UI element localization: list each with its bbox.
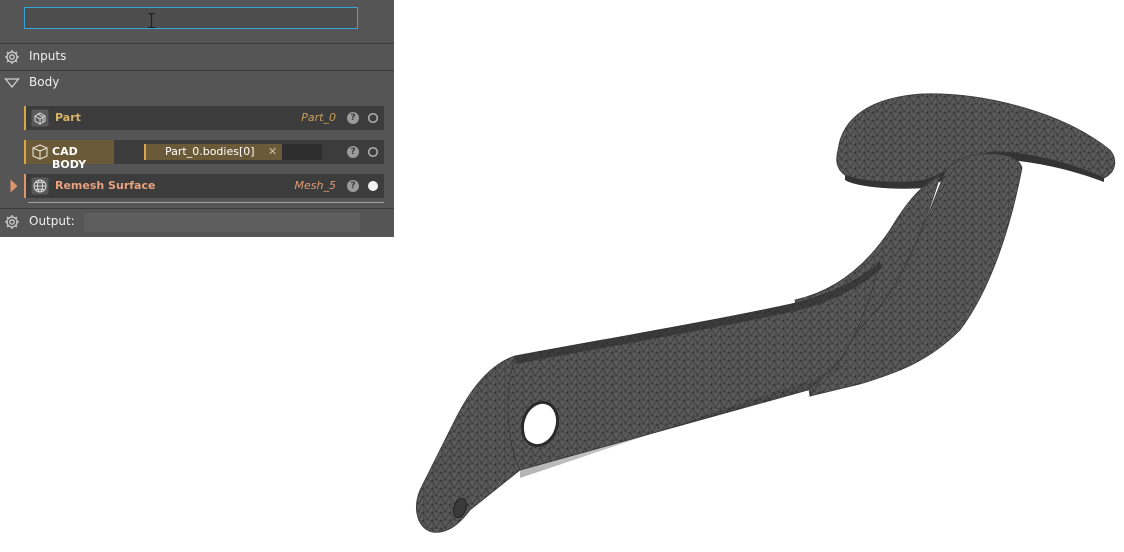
row-accent [24,174,26,198]
body-label: Body [29,75,60,89]
text-cursor-icon [148,13,155,28]
gear-icon [5,50,19,64]
cad-body-label: CAD BODY [52,145,87,171]
part-icon [31,109,49,127]
help-icon[interactable]: ? [347,180,359,192]
cad-body-reference-field[interactable]: Part_0.bodies[0] ✕ [144,144,322,160]
connection-port-icon[interactable] [367,112,379,124]
help-icon[interactable]: ? [347,112,359,124]
connection-port-icon[interactable] [367,180,379,192]
search-input[interactable] [24,7,358,29]
body-section-header[interactable]: Body [0,71,394,95]
remesh-surface-label: Remesh Surface [55,179,156,192]
remesh-surface-input-row[interactable]: Remesh Surface Mesh_5 ? [24,174,384,198]
output-field[interactable] [84,213,360,232]
inputs-label: Inputs [29,49,67,63]
remesh-icon [31,177,49,195]
body-reference-tag[interactable]: Part_0.bodies[0] ✕ [144,144,282,160]
cad-body-chip: CAD BODY [24,140,114,171]
body-reference-text: Part_0.bodies[0] [165,145,255,158]
collapse-triangle-icon[interactable] [4,75,20,91]
output-label: Output: [29,214,75,228]
mesh-viewport[interactable] [394,0,1124,552]
remeshed-part-model[interactable] [416,93,1116,533]
row-accent [24,140,26,164]
divider [0,208,394,209]
remesh-surface-value: Mesh_5 [294,179,336,192]
gear-icon [5,215,19,229]
expand-arrow-icon[interactable] [10,179,18,193]
cad-body-input-row[interactable]: CAD BODY Part_0.bodies[0] ✕ ? [24,140,384,171]
cad-body-icon [32,144,48,160]
inputs-section-header[interactable]: Inputs [0,45,394,69]
divider [28,202,384,203]
row-accent [24,106,26,130]
remove-reference-icon[interactable]: ✕ [268,145,277,158]
part-label: Part [55,111,81,124]
part-value: Part_0 [301,111,336,124]
divider [0,43,394,44]
help-icon[interactable]: ? [347,146,359,158]
connection-port-icon[interactable] [367,146,379,158]
part-input-row[interactable]: Part Part_0 ? [24,106,384,130]
node-properties-panel: Inputs Body Part Part_0 ? CAD BODY Part_… [0,0,394,237]
